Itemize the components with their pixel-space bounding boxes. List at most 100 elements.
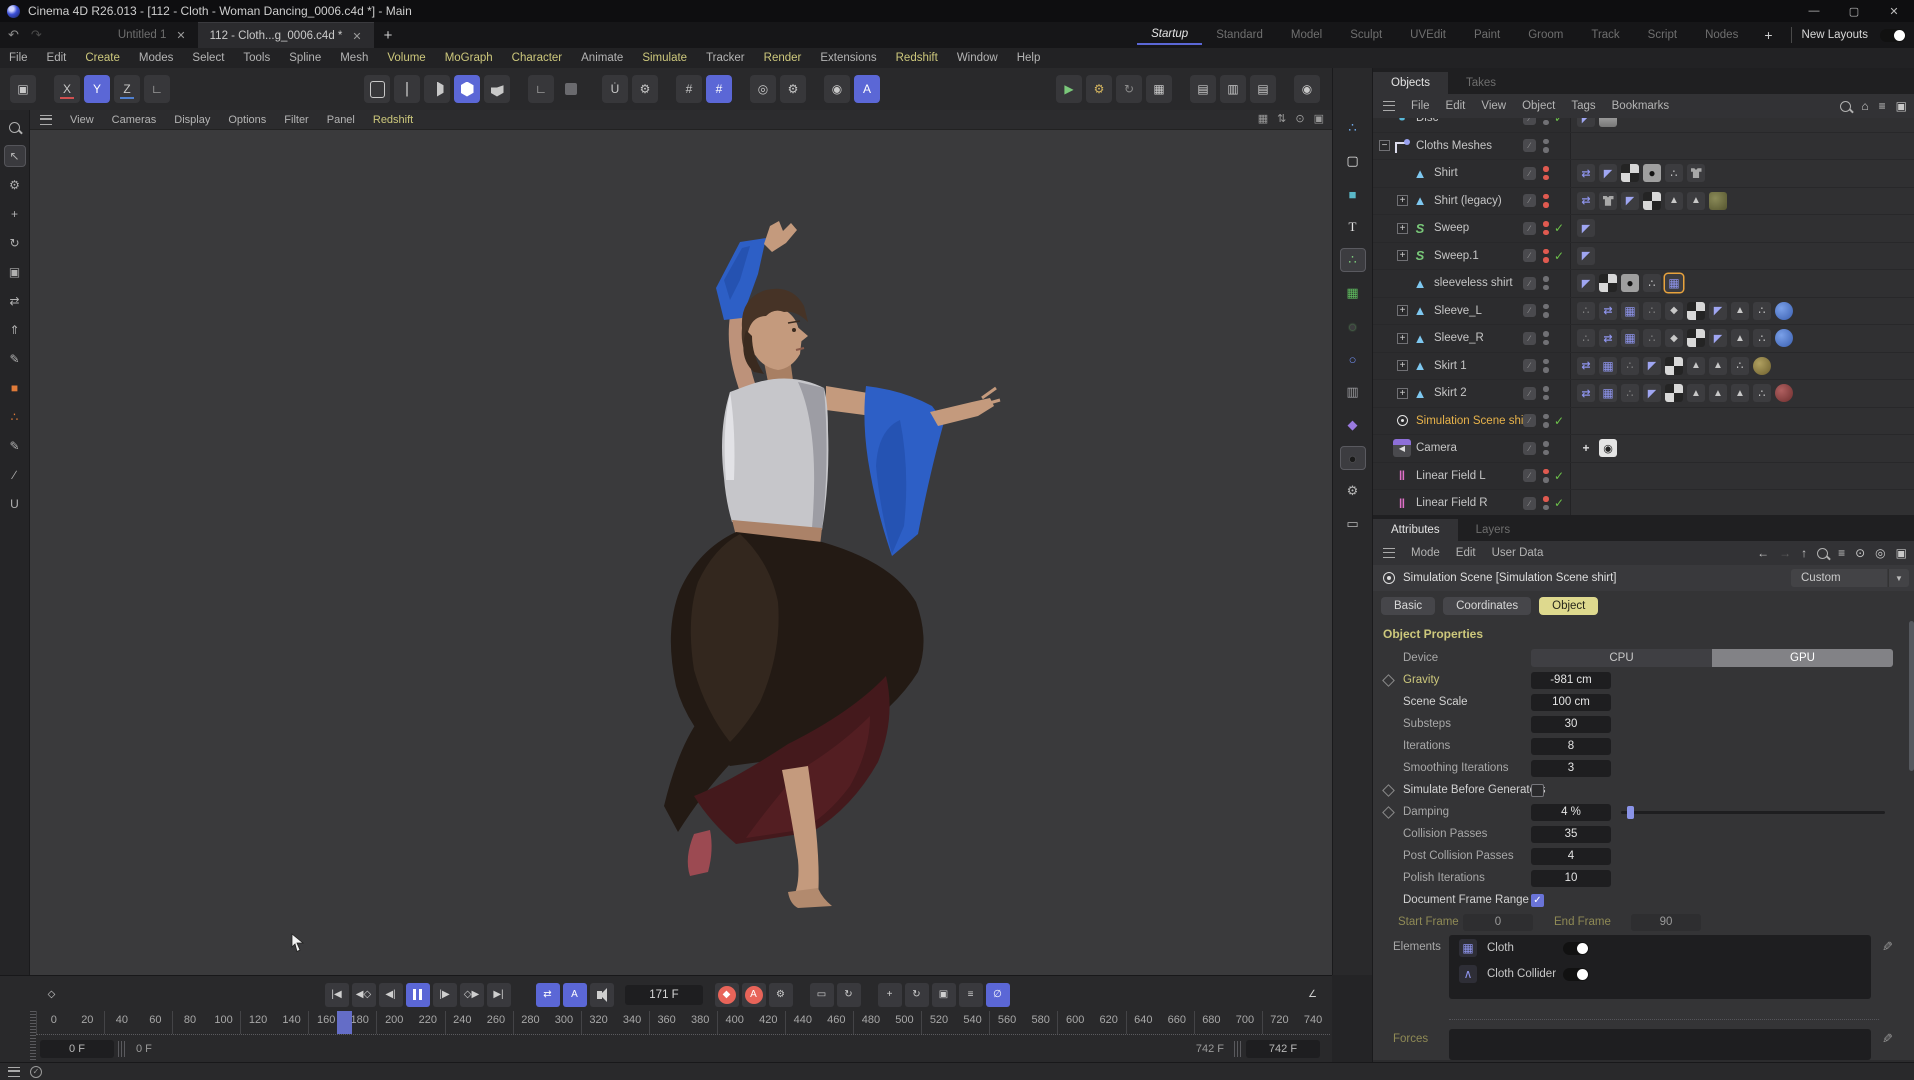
menu-item[interactable]: Modes	[139, 52, 174, 64]
viewport-menu-item[interactable]: Filter	[284, 114, 308, 126]
enabled-check-icon[interactable]: ✓	[1554, 496, 1564, 510]
timeline-ruler[interactable]: 0204060801001201401601802002202402602803…	[36, 1011, 1330, 1035]
visibility-dots-icon[interactable]	[1543, 118, 1549, 125]
visibility-dots-icon[interactable]	[1543, 386, 1549, 400]
value-field[interactable]: 4	[1531, 848, 1611, 865]
visibility-dots-icon[interactable]	[1543, 194, 1549, 208]
expander-icon[interactable]	[1397, 250, 1408, 261]
mirror-tool-icon[interactable]: ⇄	[4, 290, 26, 312]
tag-icon[interactable]	[1577, 302, 1595, 320]
expander-icon[interactable]	[1397, 195, 1408, 206]
tag-icon[interactable]	[1577, 357, 1595, 375]
preview-start-field[interactable]: 0 F	[40, 1040, 114, 1058]
element-item[interactable]: ▦ Cloth	[1449, 935, 1871, 961]
tag-icon[interactable]	[1577, 164, 1595, 182]
tag-icon[interactable]	[1709, 329, 1727, 347]
viewport-menu-item-redshift[interactable]: Redshift	[373, 114, 413, 126]
tag-icon[interactable]	[1665, 164, 1683, 182]
palette-torus-icon[interactable]: ○	[1340, 347, 1366, 371]
menu-item[interactable]: Redshift	[896, 52, 938, 64]
add-layout-button[interactable]: +	[1756, 27, 1780, 43]
up-icon[interactable]: ↑	[1801, 546, 1807, 560]
autokey-button[interactable]: A	[742, 983, 766, 1007]
tag-icon[interactable]	[1577, 118, 1595, 127]
next-frame-button[interactable]: |▶	[433, 983, 457, 1007]
tweak-tool-icon[interactable]: ⚙	[4, 174, 26, 196]
objects-menu-item[interactable]: File	[1411, 100, 1430, 112]
value-field[interactable]: 30	[1531, 716, 1611, 733]
end-frame-field[interactable]: 90	[1631, 914, 1701, 931]
tag-icon[interactable]	[1599, 384, 1617, 402]
tag-icon[interactable]	[1577, 384, 1595, 402]
redo-icon[interactable]: ↷	[31, 27, 42, 43]
workplane-axis-button[interactable]: ∟	[528, 75, 554, 103]
tag-icon[interactable]	[1731, 384, 1749, 402]
maximize-panel-icon[interactable]: ▣	[1314, 112, 1324, 125]
eyedropper-icon[interactable]: ✎	[1882, 939, 1893, 955]
object-tree-row[interactable]: Cloths Meshes ✓	[1373, 133, 1914, 161]
texture-mode-button[interactable]	[484, 75, 510, 103]
close-button[interactable]: ✕	[1874, 0, 1914, 22]
preview-end-field[interactable]: 742 F	[1246, 1040, 1320, 1058]
tag-icon[interactable]	[1599, 329, 1617, 347]
layer-edit-icon[interactable]	[1523, 469, 1536, 482]
visibility-dots-icon[interactable]	[1543, 304, 1549, 318]
layout-tab[interactable]: Track	[1577, 26, 1633, 44]
playhead[interactable]	[337, 1011, 352, 1034]
tag-icon[interactable]	[1621, 357, 1639, 375]
modeling-settings-button[interactable]: ⚙	[780, 75, 806, 103]
sound-button[interactable]	[590, 983, 614, 1007]
palette-deform-icon[interactable]: ▥	[1340, 380, 1366, 404]
texture-axis-button[interactable]	[558, 75, 584, 103]
menu-item[interactable]: Volume	[387, 52, 425, 64]
tag-icon[interactable]	[1775, 384, 1793, 402]
palette-cluster-icon[interactable]: ▦	[1340, 281, 1366, 305]
tag-icon[interactable]	[1621, 192, 1639, 210]
palette-scatter-icon[interactable]: ∴	[1340, 248, 1366, 272]
render-settings-button[interactable]: ⚙	[1086, 75, 1112, 103]
layer-edit-icon[interactable]	[1523, 304, 1536, 317]
menu-item[interactable]: Create	[85, 52, 120, 64]
visibility-dots-icon[interactable]	[1543, 414, 1549, 428]
enabled-check-icon[interactable]: ✓	[1554, 221, 1564, 235]
interactive-render-button[interactable]: ↻	[1116, 75, 1142, 103]
preset-dropdown[interactable]: Custom	[1791, 569, 1887, 587]
axis-x-button[interactable]: X	[54, 75, 80, 103]
axis-z-button[interactable]: Z	[114, 75, 140, 103]
snap-toggle-button[interactable]: U̇	[602, 75, 628, 103]
record-keyframe-button[interactable]: ◆	[715, 983, 739, 1007]
menu-item[interactable]: File	[9, 52, 28, 64]
menu-item[interactable]: Extensions	[820, 52, 876, 64]
tag-icon[interactable]	[1577, 439, 1595, 457]
tag-icon[interactable]	[1621, 302, 1639, 320]
object-tree-row[interactable]: Camera ✓	[1373, 435, 1914, 463]
filter-icon[interactable]: ≡	[1879, 99, 1886, 113]
auto-keying-button[interactable]: A	[854, 75, 880, 103]
close-tab-icon[interactable]: ✕	[352, 30, 361, 43]
expander-icon[interactable]	[1397, 223, 1408, 234]
menu-item[interactable]: Mesh	[340, 52, 368, 64]
enabled-check-icon[interactable]: ✓	[1554, 469, 1564, 483]
visibility-dots-icon[interactable]	[1543, 331, 1549, 345]
object-tree-row[interactable]: Skirt 2 ✓	[1373, 380, 1914, 408]
layer-edit-icon[interactable]	[1523, 139, 1536, 152]
menu-item[interactable]: Simulate	[642, 52, 687, 64]
objects-menu-item[interactable]: View	[1481, 100, 1506, 112]
layout-tab[interactable]: Startup	[1137, 25, 1202, 45]
layout-tab[interactable]: Standard	[1202, 26, 1277, 44]
previous-key-button[interactable]: ◀◇	[352, 983, 376, 1007]
record-scale-button[interactable]: ▣	[932, 983, 956, 1007]
object-tree-row[interactable]: Shirt (legacy) ✓	[1373, 188, 1914, 216]
tag-icon[interactable]	[1665, 357, 1683, 375]
live-selection-icon[interactable]	[4, 116, 26, 138]
keyframe-diamond-icon[interactable]	[1382, 806, 1395, 819]
tag-icon[interactable]	[1643, 357, 1661, 375]
value-field[interactable]: 35	[1531, 826, 1611, 843]
menu-item[interactable]: Help	[1017, 52, 1041, 64]
go-to-end-button[interactable]: ▶|	[487, 983, 511, 1007]
tag-icon[interactable]	[1621, 164, 1639, 182]
selection-tool-icon[interactable]: ↖	[4, 145, 26, 167]
pen-tool-icon[interactable]: ✎	[4, 348, 26, 370]
tag-icon[interactable]	[1643, 274, 1661, 292]
tag-icon[interactable]	[1577, 329, 1595, 347]
